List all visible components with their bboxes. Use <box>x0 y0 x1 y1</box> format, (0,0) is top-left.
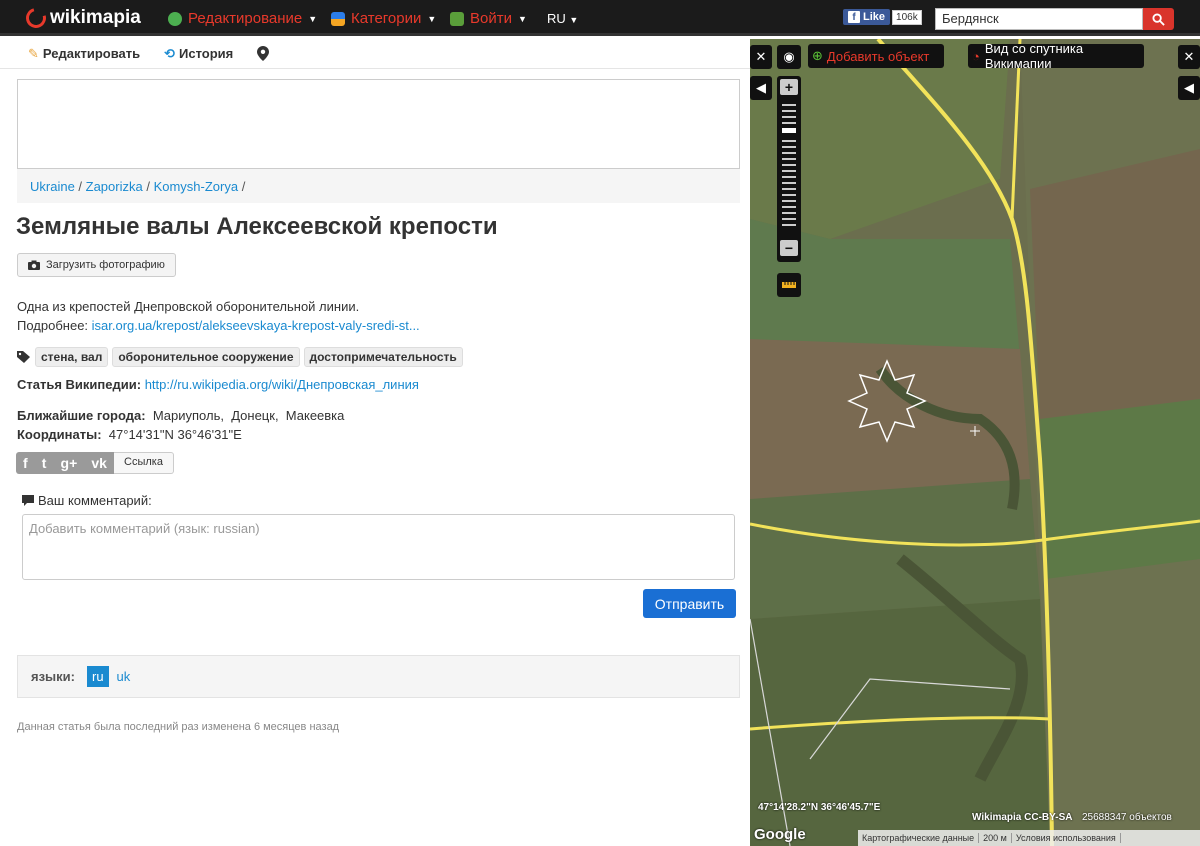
wikipedia-article: Статья Википедии: http://ru.wikipedia.or… <box>17 377 419 392</box>
object-count: 25688347 объектов <box>1082 812 1172 823</box>
wikimapia-logo[interactable]: wikimapia <box>22 4 141 32</box>
last-modified: Данная статья была последний раз изменен… <box>17 721 340 733</box>
close-icon: ✕ <box>1183 49 1195 64</box>
tag-icon <box>17 351 30 363</box>
cursor-coordinates: 47°14'28.2"N 36°46'45.7"E <box>758 802 881 813</box>
more-info-link[interactable]: isar.org.ua/krepost/alekseevskaya-krepos… <box>92 318 420 333</box>
upload-photo-button[interactable]: Загрузить фотографию <box>17 253 176 277</box>
chevron-down-icon: ▼ <box>569 15 579 25</box>
globe-edit-icon <box>168 11 182 26</box>
chevron-down-icon: ▼ <box>517 13 527 24</box>
collapse-left-button[interactable]: ◀ <box>750 76 772 100</box>
ruler-button[interactable] <box>777 273 801 297</box>
search-button[interactable] <box>1143 8 1174 30</box>
language-ru[interactable]: ru <box>86 666 109 687</box>
wikipedia-link[interactable]: http://ru.wikipedia.org/wiki/Днепровская… <box>145 377 419 392</box>
close-icon: ✕ <box>755 49 767 64</box>
search-input[interactable]: Бердянск <box>935 8 1143 30</box>
satellite-map[interactable]: ✕ ◀ ✕ ◀ ◉ <box>750 39 1200 846</box>
history-icon: ⟲ <box>164 45 176 61</box>
zoom-slider-handle[interactable] <box>782 128 796 133</box>
breadcrumb-komysh-zorya[interactable]: Komysh-Zorya <box>154 179 239 194</box>
pencil-icon: ✎ <box>28 45 39 61</box>
add-place-icon: ⊕ <box>812 48 823 63</box>
locate-button[interactable] <box>257 46 270 61</box>
map-footer: Картографические данные 200 м Условия ис… <box>858 830 1200 846</box>
chevron-down-icon: ▼ <box>427 13 437 24</box>
tag-item[interactable]: достопримечательность <box>303 347 463 367</box>
terms-link[interactable]: Условия использования <box>1012 833 1121 843</box>
share-link-button[interactable]: Ссылка <box>114 452 174 474</box>
collapse-right-button[interactable]: ◀ <box>1178 76 1200 100</box>
zoom-in-button[interactable]: + <box>780 79 798 95</box>
chevron-down-icon: ▼ <box>308 13 318 24</box>
close-panel-left-button[interactable]: ✕ <box>750 45 772 69</box>
nearest-cities: Ближайшие города: Мариуполь, Донецк, Мак… <box>17 408 345 442</box>
zoom-control[interactable]: + − <box>777 76 801 262</box>
place-description: Одна из крепостей Днепровской оборонител… <box>17 299 420 333</box>
city-item: Донецк <box>231 408 275 423</box>
map-attribution: Wikimapia CC-BY-SA <box>972 812 1073 823</box>
camera-icon <box>28 260 40 270</box>
nav-categories-menu[interactable]: Категории ▼ <box>331 10 436 27</box>
like-count: 106k <box>892 9 922 25</box>
vk-share-icon[interactable]: vk <box>91 455 107 471</box>
tag-list: стена, вал оборонительное сооружение дос… <box>17 347 463 367</box>
edit-button[interactable]: ✎ Редактировать <box>28 46 140 62</box>
close-panel-right-button[interactable]: ✕ <box>1178 45 1200 69</box>
google-logo: Google <box>754 826 806 843</box>
nav-login-menu[interactable]: Войти ▼ <box>450 10 527 27</box>
nav-edit-menu[interactable]: Редактирование ▼ <box>168 10 317 27</box>
map-type-selector[interactable]: ◔ Вид со спутника Викимапии <box>968 41 1144 71</box>
twitter-share-icon[interactable]: t <box>42 455 47 471</box>
map-pin-icon <box>257 46 270 61</box>
language-uk[interactable]: uk <box>117 669 131 684</box>
facebook-like[interactable]: f Like 106k <box>843 9 922 25</box>
google-plus-share-icon[interactable]: g+ <box>61 455 78 471</box>
tag-item[interactable]: стена, вал <box>35 347 109 367</box>
city-item: Макеевка <box>285 408 345 423</box>
facebook-icon: f <box>848 11 860 23</box>
facebook-like-button[interactable]: f Like <box>843 9 891 25</box>
chevron-left-icon: ◀ <box>756 80 766 95</box>
send-comment-button[interactable]: Отправить <box>643 589 736 618</box>
photo-area <box>17 79 740 169</box>
zoom-out-button[interactable]: − <box>780 240 798 256</box>
facebook-share-icon[interactable]: f <box>23 455 28 471</box>
breadcrumb: Ukraine / Zaporizka / Komysh-Zorya / <box>17 169 740 203</box>
page-title: Земляные валы Алексеевской крепости <box>16 213 498 240</box>
coordinates: Координаты: 47°14'31"N 36°46'31"E <box>17 427 242 442</box>
tag-item[interactable]: оборонительное сооружение <box>112 347 300 367</box>
top-bar: wikimapia Редактирование ▼ Категории ▼ В… <box>0 0 1200 36</box>
ruler-icon <box>782 282 796 288</box>
breadcrumb-zaporizka[interactable]: Zaporizka <box>86 179 143 194</box>
logo-icon <box>22 4 50 32</box>
place-panel: Ukraine / Zaporizka / Komysh-Zorya / Зем… <box>0 70 750 846</box>
history-button[interactable]: ⟲ История <box>164 46 233 62</box>
comment-label: Ваш комментарий: <box>22 493 152 508</box>
map-imagery <box>750 39 1200 846</box>
comment-textarea[interactable]: Добавить комментарий (язык: russian) <box>22 514 735 580</box>
share-bar: f t g+ vk Ссылка <box>16 452 174 474</box>
scale-bar: 200 м <box>979 833 1012 843</box>
breadcrumb-ukraine[interactable]: Ukraine <box>30 179 75 194</box>
comment-icon <box>22 495 34 506</box>
plus-icon: + <box>784 79 794 95</box>
languages-bar: языки: ru uk <box>17 655 740 698</box>
city-item: Мариуполь <box>152 408 221 423</box>
locate-me-button[interactable]: ◉ <box>777 45 801 69</box>
chevron-left-icon: ◀ <box>1184 80 1194 95</box>
search-icon <box>1152 12 1165 26</box>
map-data-link[interactable]: Картографические данные <box>858 833 980 843</box>
language-selector[interactable]: RU ▼ <box>547 11 578 26</box>
add-object-button[interactable]: ⊕ Добавить объект <box>808 44 944 68</box>
wikimapia-icon: ◔ <box>972 48 980 64</box>
categories-icon <box>331 11 345 26</box>
minus-icon: − <box>784 240 794 256</box>
target-icon: ◉ <box>783 49 795 64</box>
place-toolbar: ✎ Редактировать ⟲ История <box>0 39 750 69</box>
login-icon <box>450 11 464 26</box>
